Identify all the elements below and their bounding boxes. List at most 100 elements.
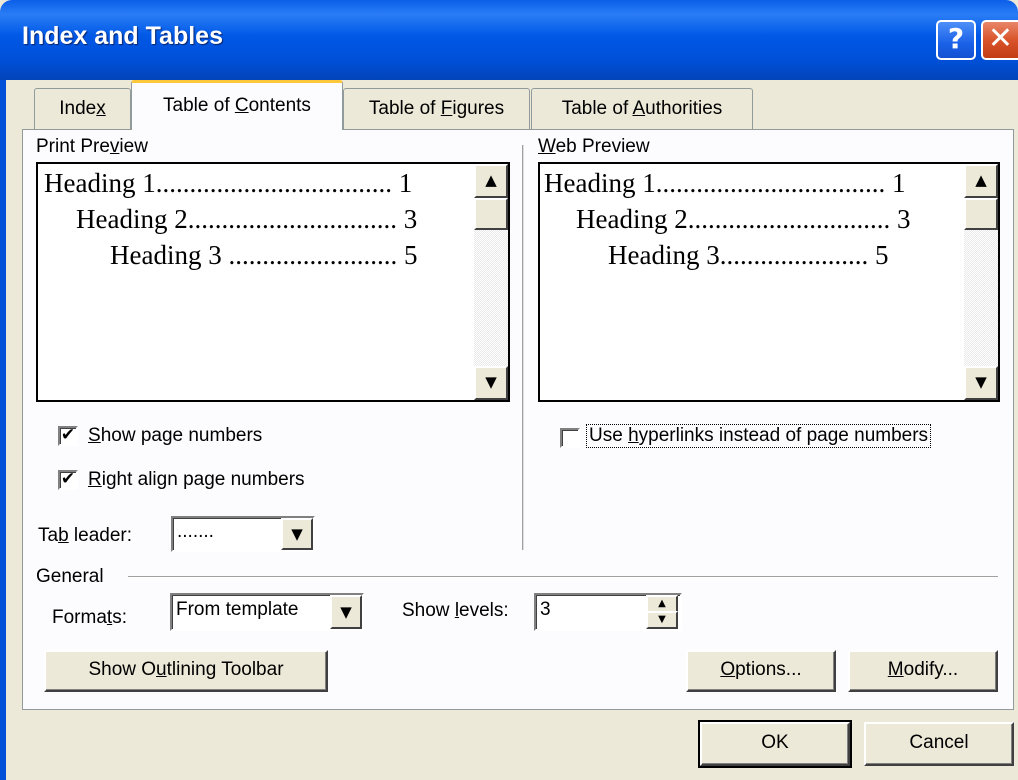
print-preview-label: Print Preview <box>36 136 148 158</box>
heading-text: Heading 2 <box>76 204 188 234</box>
use-hyperlinks-label[interactable]: Use hyperlinks instead of page numbers <box>586 424 932 448</box>
button-accelerator: u <box>156 659 167 680</box>
label-text-rest: how page numbers <box>100 425 263 446</box>
index-and-tables-dialog: Index and Tables ? ✕ Index Table of Cont… <box>0 0 1018 780</box>
tab-leader-value: ....... <box>177 521 214 542</box>
web-preview-label: Web Preview <box>538 136 650 158</box>
scroll-down-button[interactable]: ▼ <box>474 366 508 400</box>
use-hyperlinks-checkbox[interactable] <box>560 428 580 448</box>
label-text-rest: yperlinks instead of page numbers <box>638 425 929 446</box>
arrow-down-icon: ▼ <box>975 373 987 391</box>
show-page-numbers-checkbox[interactable]: ✔ <box>58 426 78 446</box>
chevron-down-icon: ▼ <box>340 603 352 621</box>
label-accelerator: S <box>88 425 101 446</box>
panel-content: Print Preview Heading 1.................… <box>0 0 1018 780</box>
modify-button[interactable]: Modify... <box>848 650 998 692</box>
show-levels-decrement[interactable]: ▼ <box>646 611 678 629</box>
cancel-button[interactable]: Cancel <box>864 722 1014 766</box>
arrow-up-icon: ▲ <box>658 598 666 609</box>
scroll-up-button[interactable]: ▲ <box>964 164 998 198</box>
tab-leader-dots: .................................. <box>655 168 886 198</box>
heading-text: Heading 1 <box>544 168 656 198</box>
tab-leader-dots: ......................... <box>228 240 398 270</box>
show-page-numbers-label[interactable]: Show page numbers <box>88 425 262 447</box>
tab-leader-label: Tab leader: <box>38 525 132 547</box>
label-accelerator: h <box>628 425 639 446</box>
label-accelerator: W <box>538 136 556 157</box>
show-levels-label: Show levels: <box>402 600 509 622</box>
general-separator <box>128 576 998 578</box>
general-group-label: General <box>36 566 104 587</box>
preview-heading-2: Heading 2.............................. … <box>576 204 910 235</box>
formats-dropdown-button[interactable]: ▼ <box>330 595 362 629</box>
page-number: 3 <box>403 204 418 234</box>
tab-leader-select[interactable]: ....... ▼ <box>171 516 315 552</box>
label-text-rest: evels: <box>459 600 509 621</box>
arrow-down-icon: ▼ <box>485 373 497 391</box>
web-preview-scrollbar[interactable]: ▲ ▼ <box>964 164 998 400</box>
heading-text: Heading 1 <box>44 168 156 198</box>
preview-heading-1: Heading 1...............................… <box>44 168 412 199</box>
page-number: 1 <box>891 168 906 198</box>
tab-leader-dots: ...................... <box>719 240 869 270</box>
tab-leader-dropdown-button[interactable]: ▼ <box>281 518 313 550</box>
ok-button[interactable]: OK <box>698 720 852 768</box>
formats-value: From template <box>176 599 299 620</box>
options-button[interactable]: Options... <box>686 650 836 692</box>
label-text-rest: iew <box>119 136 148 157</box>
tab-leader-dots: .............................. <box>687 204 891 234</box>
tab-leader-dots: ................................... <box>155 168 392 198</box>
button-accelerator: M <box>887 659 904 680</box>
preview-heading-1: Heading 1...............................… <box>544 168 905 199</box>
scroll-up-button[interactable]: ▲ <box>474 164 508 198</box>
label-text: Ta <box>38 525 59 546</box>
button-label: Show O <box>88 659 157 680</box>
button-label-rest: tlining Toolbar <box>166 659 284 680</box>
preview-heading-3: Heading 3 ......................... 5 <box>110 240 417 271</box>
scroll-down-button[interactable]: ▼ <box>964 366 998 400</box>
label-text-rest: s: <box>112 607 127 628</box>
label-accelerator: R <box>88 469 102 490</box>
label-text: Show <box>402 600 455 621</box>
label-accelerator: b <box>58 525 69 546</box>
arrow-up-icon: ▲ <box>975 171 987 189</box>
formats-select[interactable]: From template ▼ <box>170 593 364 631</box>
column-divider <box>522 145 524 550</box>
button-label-rest: ptions... <box>735 659 802 680</box>
print-preview-scrollbar[interactable]: ▲ ▼ <box>474 164 508 400</box>
page-number: 5 <box>403 240 418 270</box>
arrow-down-icon: ▼ <box>658 614 666 625</box>
web-preview-box[interactable]: Heading 1...............................… <box>538 162 1000 402</box>
right-align-page-numbers-checkbox[interactable]: ✔ <box>58 470 78 490</box>
heading-text: Heading 2 <box>576 204 688 234</box>
tab-leader-dots: ............................... <box>187 204 397 234</box>
show-levels-spinner[interactable]: 3 ▲ ▼ <box>534 593 682 631</box>
scroll-thumb[interactable] <box>474 198 508 230</box>
label-accelerator: v <box>109 136 120 157</box>
show-outlining-toolbar-button[interactable]: Show Outlining Toolbar <box>44 650 328 692</box>
heading-text: Heading 3 <box>608 240 720 270</box>
preview-heading-3: Heading 3...................... 5 <box>608 240 888 271</box>
label-text-rest: eb Preview <box>555 136 650 157</box>
preview-heading-2: Heading 2...............................… <box>76 204 417 235</box>
print-preview-box[interactable]: Heading 1...............................… <box>36 162 510 402</box>
heading-text: Heading 3 <box>110 240 222 270</box>
checkmark-icon: ✔ <box>60 469 76 489</box>
label-text-rest: ight align page numbers <box>101 469 305 490</box>
page-number: 1 <box>398 168 413 198</box>
button-accelerator: O <box>720 659 736 680</box>
page-number: 5 <box>874 240 889 270</box>
right-align-page-numbers-label[interactable]: Right align page numbers <box>88 469 305 491</box>
chevron-down-icon: ▼ <box>291 525 303 543</box>
arrow-up-icon: ▲ <box>485 171 497 189</box>
formats-label: Formats: <box>52 607 127 629</box>
scroll-thumb[interactable] <box>964 198 998 230</box>
checkmark-icon: ✔ <box>60 425 76 445</box>
label-text: Print Pre <box>36 136 110 157</box>
label-text: Forma <box>52 607 107 628</box>
label-text: Use <box>589 425 629 446</box>
label-text-rest: leader: <box>68 525 133 546</box>
page-number: 3 <box>896 204 911 234</box>
show-levels-value: 3 <box>540 599 551 620</box>
button-label-rest: odify... <box>903 659 959 680</box>
